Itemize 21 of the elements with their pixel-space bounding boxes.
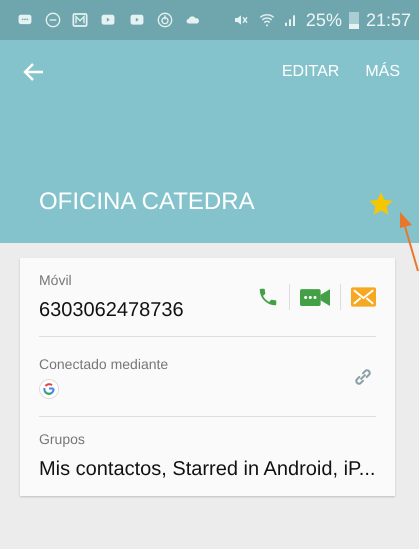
field-label: Grupos (39, 430, 86, 449)
phone-icon (257, 286, 279, 308)
field-label: Conectado mediante (39, 355, 168, 374)
mail-icon (72, 12, 88, 28)
field-label: Móvil (39, 270, 73, 290)
battery-percent: 25% (306, 8, 342, 32)
play-icon (128, 13, 146, 27)
contact-name: OFICINA CATEDRA (39, 187, 255, 217)
message-icon (16, 13, 34, 27)
play-icon (99, 13, 117, 27)
wifi-icon (258, 12, 276, 28)
toolbar-action[interactable]: MÁS (356, 54, 409, 90)
field-value: 6303062478736 (39, 298, 184, 322)
clock: 21:57 (366, 8, 411, 32)
power-icon (157, 12, 173, 28)
battery-icon (348, 11, 359, 29)
google-account-icon (39, 379, 59, 399)
call-button[interactable] (257, 286, 279, 308)
do-not-disturb-icon (45, 12, 61, 28)
field-value: Mis contactos, Starred in Android, iP... (39, 457, 376, 482)
toolbar-action[interactable]: EDITAR (272, 54, 348, 90)
